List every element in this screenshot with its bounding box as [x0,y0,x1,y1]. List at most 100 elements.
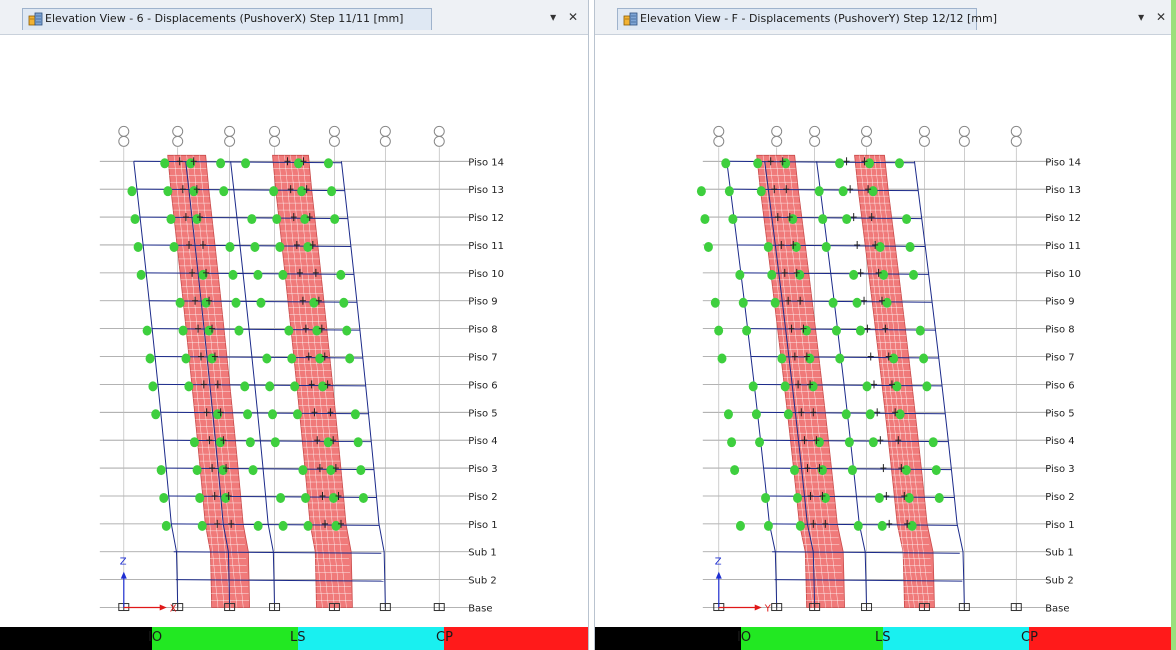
legend-cp-segment: CP [1021,627,1176,650]
plastic-hinge [835,158,845,169]
plastic-hinge [353,437,363,448]
plastic-hinge [721,158,731,169]
story-label: Sub 1 [468,548,497,559]
plastic-hinge [216,158,226,169]
plastic-hinge [297,186,307,197]
plastic-hinge [835,353,845,364]
grid-bubble-icon [861,125,873,137]
plastic-hinge [909,269,919,280]
z-axis-arrow-icon [120,571,127,579]
plastic-hinge [278,520,288,531]
plastic-hinge [358,492,368,503]
story-label: Piso 6 [468,380,497,391]
plastic-hinge [767,269,777,280]
plastic-hinge [783,409,793,420]
plastic-hinge [292,409,302,420]
grid-bubble-icon [172,125,184,137]
grid-bubble-icon [713,135,725,147]
plastic-hinge [356,465,366,476]
story-label: Piso 12 [468,213,504,224]
legend-ls-segment: LS [875,627,1029,650]
plastic-hinge [269,186,279,197]
right-elevation-window: Elevation View - F - Displacements (Push… [594,0,1176,650]
plastic-hinge [145,353,155,364]
plastic-hinge [931,465,941,476]
z-axis-arrow-icon [715,571,722,579]
dropdown-icon[interactable]: ▾ [550,10,556,24]
plastic-hinge [790,465,800,476]
legend-ls-label: LS [290,630,306,645]
horizontal-axis-arrow-icon [754,604,762,611]
plastic-hinge [300,214,310,225]
plastic-hinge [323,437,333,448]
story-label: Piso 3 [1045,464,1074,475]
plastic-hinge [763,520,773,531]
left-view-tab[interactable]: Elevation View - 6 - Displacements (Push… [22,8,432,30]
right-elevation-canvas[interactable]: Piso 14 Piso 13 Piso 12 Piso 11 Piso 10 Piso … [595,35,1176,627]
grid-bubble-icon [958,125,970,137]
story-label: Piso 11 [468,241,504,252]
plastic-hinge [323,158,333,169]
close-icon[interactable]: ✕ [1156,10,1166,24]
plastic-hinge [875,241,885,252]
right-view-tab[interactable]: Elevation View - F - Displacements (Push… [617,8,997,30]
plastic-hinge [821,241,831,252]
plastic-hinge [290,381,300,392]
story-label: Base [1045,604,1069,615]
plastic-hinge [192,465,202,476]
story-label: Piso 13 [468,185,504,196]
plastic-hinge [160,158,170,169]
plastic-hinge [730,465,740,476]
legend-io-segment: IO [148,627,298,650]
plastic-hinge [901,465,911,476]
plastic-hinge [189,437,199,448]
plastic-hinge [159,492,169,503]
plastic-hinge [243,409,253,420]
plastic-hinge [868,186,878,197]
story-label: Piso 4 [468,436,497,447]
plastic-hinge [793,492,802,503]
dropdown-icon[interactable]: ▾ [1138,10,1144,24]
plastic-hinge [761,492,771,503]
close-icon[interactable]: ✕ [568,10,578,24]
plastic-hinge [253,269,263,280]
grid-bubble-icon [379,135,391,147]
plastic-hinge [197,520,207,531]
plastic-hinge [178,325,188,336]
legend-black-segment [595,627,741,650]
grid-bubble-icon [224,125,236,137]
story-label: Piso 9 [1045,297,1074,308]
legend-ls-segment: LS [290,627,444,650]
plastic-hinge [755,437,765,448]
plastic-hinge [350,409,360,420]
grid-bubble-icon [809,125,821,137]
plastic-hinge [868,437,878,448]
plastic-hinge [735,520,745,531]
plastic-hinge [841,409,851,420]
plastic-hinge [795,520,805,531]
plastic-hinge [780,381,790,392]
z-axis-label: Z [120,557,127,568]
plastic-hinge [163,186,173,197]
story-label: Piso 8 [1045,325,1074,336]
plastic-hinge [847,465,857,476]
horizontal-axis-label: X [170,604,177,615]
grid-bubble-icon [958,135,970,147]
plastic-hinge [156,465,166,476]
plastic-hinge [303,520,313,531]
grid-bubble-icon [328,135,340,147]
plastic-hinge [225,241,235,252]
plastic-hinge [703,241,713,252]
story-label: Piso 12 [1045,213,1081,224]
plastic-hinge [326,465,336,476]
plastic-hinge [727,437,737,448]
left-elevation-canvas[interactable]: Piso 14 Piso 13 Piso 12 Piso 11 Piso 10 Piso … [0,35,588,627]
left-hinge-legend: IO LS CP [0,627,588,650]
plastic-hinge [339,297,349,308]
plastic-hinge [318,381,328,392]
plastic-hinge [865,409,875,420]
plastic-hinge [241,158,251,169]
story-label: Piso 2 [1045,492,1074,503]
building-icon [623,12,638,26]
plastic-hinge [276,492,286,503]
